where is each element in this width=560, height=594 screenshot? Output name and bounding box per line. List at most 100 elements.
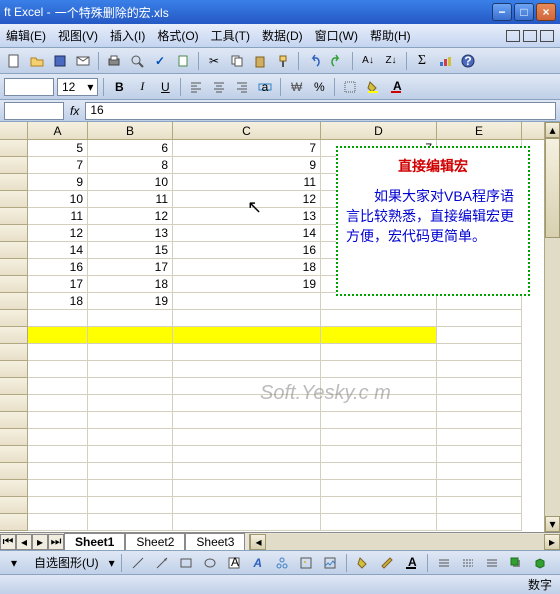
cell[interactable]	[28, 361, 88, 378]
cell[interactable]	[28, 327, 88, 344]
bold-button[interactable]: B	[109, 77, 129, 97]
redo-icon[interactable]	[327, 51, 347, 71]
copy-icon[interactable]	[227, 51, 247, 71]
col-header-D[interactable]: D	[321, 122, 437, 139]
cut-icon[interactable]: ✂	[204, 51, 224, 71]
paste-icon[interactable]	[250, 51, 270, 71]
oval-icon[interactable]	[200, 553, 220, 573]
borders-icon[interactable]	[340, 77, 360, 97]
scroll-down-icon[interactable]: ▾	[545, 516, 560, 532]
cell[interactable]	[88, 463, 173, 480]
cell[interactable]: 14	[28, 242, 88, 259]
row-header[interactable]	[0, 293, 28, 310]
arrow-style-icon[interactable]	[482, 553, 502, 573]
menu-edit[interactable]: 编辑(E)	[6, 27, 46, 44]
row-header[interactable]	[0, 208, 28, 225]
cell[interactable]	[321, 310, 437, 327]
mdi-close-button[interactable]	[540, 30, 554, 42]
cell[interactable]	[173, 293, 321, 310]
cell[interactable]	[321, 378, 437, 395]
cell[interactable]: 7	[173, 140, 321, 157]
spreadsheet-grid[interactable]: A B C D E 567778991011101112111213121314…	[0, 122, 560, 532]
cell[interactable]	[437, 361, 522, 378]
cell[interactable]: 18	[88, 276, 173, 293]
merge-center-icon[interactable]: a	[255, 77, 275, 97]
cell[interactable]	[88, 327, 173, 344]
cell[interactable]: 17	[88, 259, 173, 276]
cell[interactable]	[28, 514, 88, 531]
row-header[interactable]	[0, 242, 28, 259]
wordart-icon[interactable]: A	[248, 553, 268, 573]
3d-icon[interactable]	[530, 553, 550, 573]
cell[interactable]: 19	[88, 293, 173, 310]
italic-button[interactable]: I	[132, 77, 152, 97]
format-painter-icon[interactable]	[273, 51, 293, 71]
cell[interactable]	[321, 327, 437, 344]
fill-icon[interactable]	[353, 553, 373, 573]
cell[interactable]	[173, 395, 321, 412]
cell[interactable]	[88, 361, 173, 378]
dash-style-icon[interactable]	[458, 553, 478, 573]
cell[interactable]	[173, 429, 321, 446]
cell[interactable]: 14	[173, 225, 321, 242]
cell[interactable]: 10	[88, 174, 173, 191]
row-header[interactable]	[0, 463, 28, 480]
cell[interactable]: 12	[88, 208, 173, 225]
tab-sheet2[interactable]: Sheet2	[125, 533, 185, 550]
cell[interactable]	[173, 361, 321, 378]
cell[interactable]	[88, 429, 173, 446]
row-header[interactable]	[0, 395, 28, 412]
cell[interactable]	[173, 463, 321, 480]
cell[interactable]: 13	[88, 225, 173, 242]
new-icon[interactable]	[4, 51, 24, 71]
spell-icon[interactable]: ✓	[150, 51, 170, 71]
annotation-textbox[interactable]: 直接编辑宏 如果大家对VBA程序语言比较熟悉，直接编辑宏更方便，宏代码更简单。	[336, 146, 530, 296]
undo-icon[interactable]	[304, 51, 324, 71]
cell[interactable]	[88, 344, 173, 361]
cell[interactable]: 19	[173, 276, 321, 293]
autoshapes-button[interactable]: 自选图形(U)	[28, 552, 105, 573]
cell[interactable]	[321, 480, 437, 497]
cell[interactable]	[28, 480, 88, 497]
scroll-thumb[interactable]	[545, 138, 560, 238]
align-right-icon[interactable]	[232, 77, 252, 97]
row-header[interactable]	[0, 225, 28, 242]
cell[interactable]	[28, 446, 88, 463]
menu-view[interactable]: 视图(V)	[58, 27, 98, 44]
cell[interactable]: 13	[173, 208, 321, 225]
help-icon[interactable]: ?	[458, 51, 478, 71]
cell[interactable]: 11	[28, 208, 88, 225]
line-style-icon[interactable]	[434, 553, 454, 573]
cell[interactable]: 18	[173, 259, 321, 276]
mdi-minimize-button[interactable]	[506, 30, 520, 42]
hscroll-left-icon[interactable]: ◂	[250, 534, 266, 550]
cell[interactable]	[173, 446, 321, 463]
row-header[interactable]	[0, 497, 28, 514]
currency-icon[interactable]: ₩	[286, 77, 306, 97]
cell[interactable]	[321, 344, 437, 361]
cell[interactable]: 11	[88, 191, 173, 208]
diagram-icon[interactable]	[272, 553, 292, 573]
name-box[interactable]	[4, 102, 64, 120]
cell[interactable]	[173, 378, 321, 395]
row-header[interactable]	[0, 174, 28, 191]
cell[interactable]	[28, 463, 88, 480]
row-header[interactable]	[0, 191, 28, 208]
cell[interactable]	[437, 446, 522, 463]
maximize-button[interactable]: □	[514, 3, 534, 21]
cell[interactable]	[321, 412, 437, 429]
font-color-icon[interactable]: A	[386, 77, 406, 97]
cell[interactable]	[321, 446, 437, 463]
cell[interactable]	[173, 480, 321, 497]
preview-icon[interactable]	[127, 51, 147, 71]
cell[interactable]: 6	[88, 140, 173, 157]
cell[interactable]: 17	[28, 276, 88, 293]
menu-format[interactable]: 格式(O)	[157, 27, 198, 44]
cell[interactable]: 15	[88, 242, 173, 259]
row-header[interactable]	[0, 480, 28, 497]
cell[interactable]	[321, 361, 437, 378]
menu-help[interactable]: 帮助(H)	[370, 27, 411, 44]
align-center-icon[interactable]	[209, 77, 229, 97]
cell[interactable]	[88, 480, 173, 497]
hscroll-right-icon[interactable]: ▸	[544, 534, 560, 550]
